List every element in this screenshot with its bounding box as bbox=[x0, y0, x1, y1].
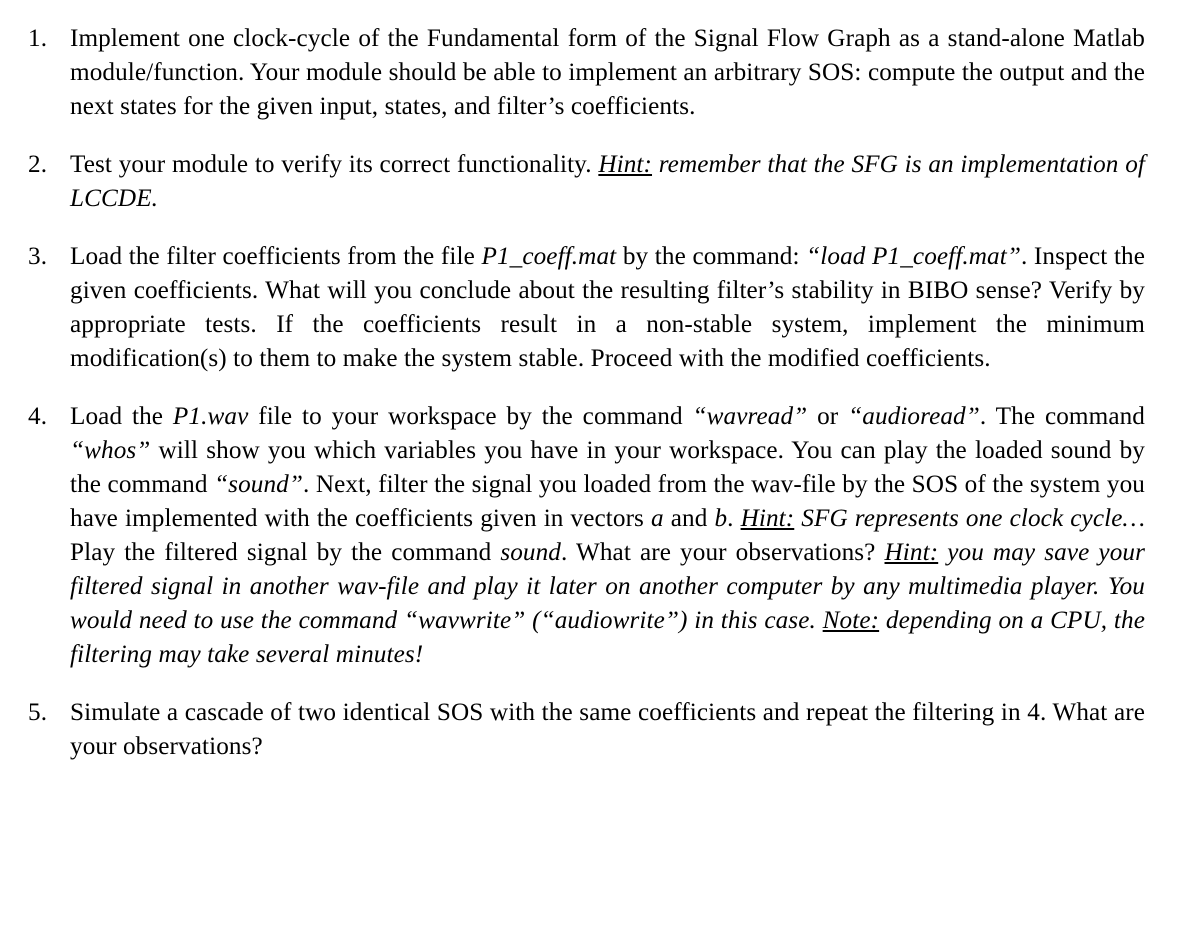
emphasis-text: P1_coeff.mat bbox=[481, 243, 617, 270]
task-item-1: 1. Implement one clock-cycle of the Funda… bbox=[28, 22, 1145, 124]
emphasis-text: sound bbox=[500, 539, 561, 566]
emphasis-text: “load P1_coeff.mat” bbox=[806, 243, 1021, 270]
emphasis-text: b bbox=[714, 505, 728, 532]
emphasis-text: a bbox=[651, 505, 664, 532]
emphasis-text: SFG represents one clock cycle… bbox=[794, 505, 1145, 532]
plain-text: file to your workspace by the command bbox=[248, 403, 693, 430]
plain-text: . bbox=[727, 505, 741, 532]
numbered-task-list: 1. Implement one clock-cycle of the Funda… bbox=[28, 22, 1145, 764]
plain-text: . What are your observations? bbox=[561, 539, 885, 566]
task-item-number: 2. bbox=[28, 151, 48, 178]
task-item-2: 2. Test your module to verify its correct… bbox=[28, 148, 1145, 216]
hint-label: Hint: bbox=[598, 151, 653, 178]
hint-label: Hint: bbox=[884, 539, 939, 566]
hint-label: Note: bbox=[822, 607, 880, 634]
task-item-number: 1. bbox=[28, 25, 48, 52]
hint-label: Hint: bbox=[740, 505, 795, 532]
task-item-4: 4. Load the P1.wav file to your workspace… bbox=[28, 400, 1145, 672]
plain-text: Test your module to verify its correct f… bbox=[70, 151, 599, 178]
emphasis-text: “whos” bbox=[70, 437, 151, 464]
plain-text: Simulate a cascade of two identical SOS … bbox=[70, 699, 1145, 760]
plain-text: Implement one clock-cycle of the Fundame… bbox=[70, 25, 1145, 120]
plain-text: or bbox=[807, 403, 849, 430]
task-item-5: 5. Simulate a cascade of two identical SO… bbox=[28, 696, 1145, 764]
plain-text: Load the bbox=[70, 403, 173, 430]
task-item-3: 3. Load the filter coefficients from the … bbox=[28, 240, 1145, 376]
task-item-text: Load the P1.wav file to your workspace b… bbox=[70, 400, 1145, 672]
task-item-number: 5. bbox=[28, 699, 48, 726]
task-item-text: Simulate a cascade of two identical SOS … bbox=[70, 696, 1145, 764]
task-item-text: Implement one clock-cycle of the Fundame… bbox=[70, 22, 1145, 124]
emphasis-text: P1.wav bbox=[172, 403, 249, 430]
plain-text: by the command: bbox=[616, 243, 807, 270]
emphasis-text: “sound” bbox=[214, 471, 303, 498]
emphasis-text: “wavread” bbox=[692, 403, 808, 430]
plain-text: Play the filtered signal by the command bbox=[70, 539, 501, 566]
plain-text: and bbox=[663, 505, 715, 532]
document-page: 1. Implement one clock-cycle of the Funda… bbox=[0, 0, 1204, 944]
task-item-text: Load the filter coefficients from the fi… bbox=[70, 240, 1145, 376]
task-item-text: Test your module to verify its correct f… bbox=[70, 148, 1145, 216]
task-item-number: 3. bbox=[28, 243, 48, 270]
plain-text: . The command bbox=[979, 403, 1145, 430]
emphasis-text: “audioread” bbox=[848, 403, 980, 430]
plain-text: Load the filter coefficients from the fi… bbox=[70, 243, 482, 270]
task-item-number: 4. bbox=[28, 403, 48, 430]
